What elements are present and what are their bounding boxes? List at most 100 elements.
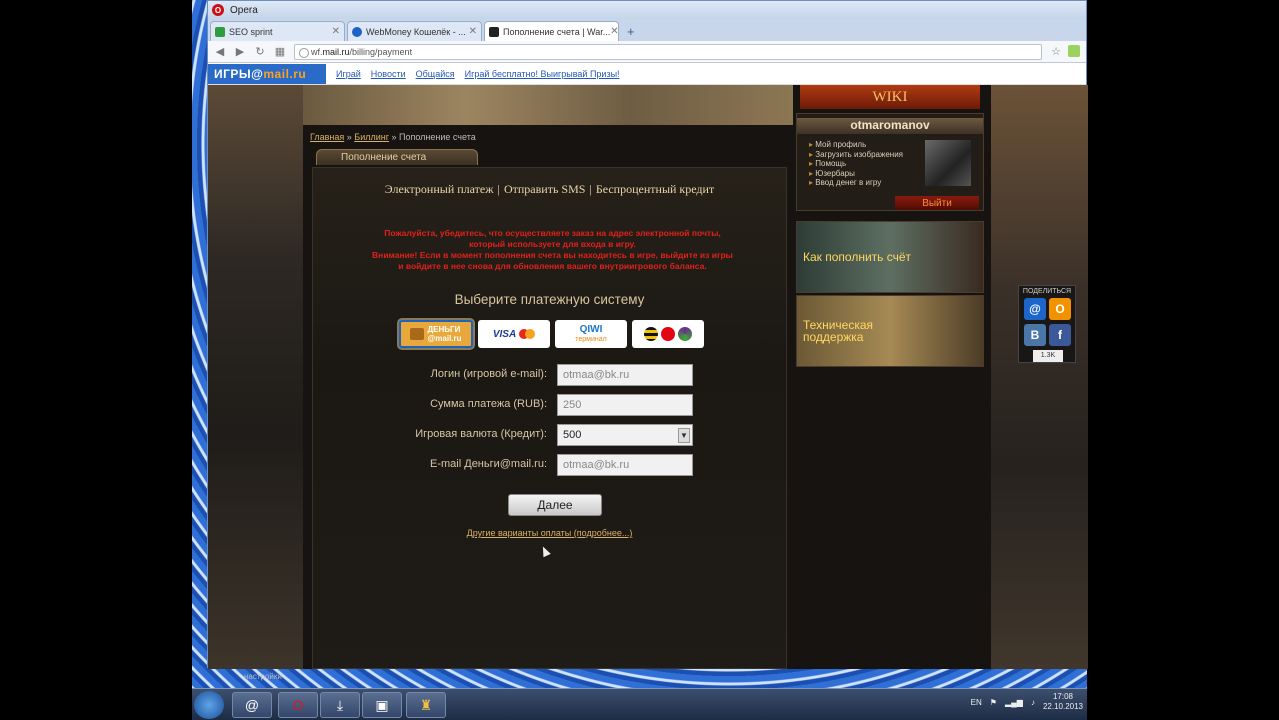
pay-visa-mastercard-button[interactable]: VISA [478,320,550,348]
taskbar-mail-agent-icon[interactable]: @ [232,692,272,718]
forward-icon[interactable]: ▶ [234,45,246,58]
pay-mobile-button[interactable] [632,320,704,348]
share-count: 1.3K [1033,350,1063,362]
promo-how-to-topup[interactable]: Как пополнить счёт [796,221,984,293]
form-row-login: Логин (игровой e-mail): otmaa@bk.ru [313,364,786,386]
mouse-cursor-icon [539,544,551,558]
email-label: E-mail Деньги@mail.ru: [430,458,547,470]
currency-label: Игровая валюта (Кредит): [415,428,547,440]
network-icon[interactable]: ▂▄▆ [1005,698,1023,707]
mastercard-icon [525,329,536,339]
browser-window: O Opera SEO sprint ✕ WebMoney Кошелёк - … [207,0,1088,669]
menu-help[interactable]: Помощь [809,159,903,169]
opera-logo-icon[interactable]: O [212,4,224,16]
next-button[interactable]: Далее [508,494,602,516]
tab-bar: SEO sprint ✕ WebMoney Кошелёк - ... ✕ По… [208,19,1086,41]
pay-qiwi-button[interactable]: QIWI терминал [555,320,627,348]
close-icon[interactable]: ✕ [469,26,477,37]
header-banner [303,85,793,125]
close-icon[interactable]: ✕ [332,26,340,37]
visa-label: VISA [492,328,517,340]
flag-icon[interactable]: ⚑ [990,698,997,707]
pay-dengi-mailru-button[interactable]: ДЕНЬГИ @mail.ru [399,320,473,348]
choose-payment-title: Выберите платежную систему [454,292,645,307]
login-input[interactable]: otmaa@bk.ru [557,364,693,386]
form-row-email: E-mail Деньги@mail.ru: otmaa@bk.ru [313,454,786,476]
logout-button[interactable]: Выйти [895,196,979,210]
dengi-label: ДЕНЬГИ @mail.ru [427,325,461,343]
address-toolbar: ◀ ▶ ↻ ▦ wf. mail.ru/billing/payment ☆ [208,41,1086,63]
menu-profile[interactable]: Мой профиль [809,140,903,150]
breadcrumb: Главная » Биллинг » Пополнение счета [310,132,476,142]
warning-line: и войдите в нее снова для обновления ваш… [398,261,707,271]
method-electronic[interactable]: Электронный платеж [385,182,494,196]
vk-share-icon[interactable]: В [1024,324,1046,346]
megafon-icon [678,327,692,341]
link-chat[interactable]: Общайся [416,69,455,79]
amount-input[interactable]: 250 [557,394,693,416]
chevron-down-icon[interactable]: ▼ [678,428,690,443]
clock-time: 17:08 [1052,692,1073,701]
window-title: Opera [230,4,258,16]
address-field[interactable]: wf. mail.ru/billing/payment [294,43,1042,60]
share-widget: ПОДЕЛИТЬСЯ @ О В f 1.3K [1018,285,1076,363]
clock-date: 22.10.2013 [1042,702,1083,711]
bookmark-star-icon[interactable]: ☆ [1050,45,1062,58]
mail-games-logo[interactable]: ИГРЫ@ mail.ru [208,63,326,84]
qiwi-name: QIWI [579,323,603,335]
soldier-art-left [208,85,303,669]
warning-line: Пожалуйста, убедитесь, что осуществляете… [384,228,721,238]
section-tab: Пополнение счета [316,149,478,165]
username: otmaromanov [797,118,983,134]
odnoklassniki-share-icon[interactable]: О [1049,298,1071,320]
logo-main: ИГРЫ@ [214,66,264,81]
speed-dial-icon[interactable]: ▦ [274,45,286,58]
form-row-amount: Сумма платежа (RUB): 250 [313,394,786,416]
volume-icon[interactable]: ♪ [1031,698,1035,707]
language-indicator[interactable]: EN [971,698,982,707]
amount-label: Сумма платежа (RUB): [430,398,547,410]
share-label: ПОДЕЛИТЬСЯ [1022,288,1072,295]
email-input[interactable]: otmaa@bk.ru [557,454,693,476]
mailru-share-icon[interactable]: @ [1024,298,1046,320]
menu-upload-images[interactable]: Загрузить изображения [809,150,903,160]
tab-webmoney[interactable]: WebMoney Кошелёк - ... ✕ [347,21,482,41]
webmoney-icon [352,26,362,37]
window-titlebar[interactable]: O Opera [208,1,1086,19]
link-free-prizes[interactable]: Играй бесплатно! Выигрывай Призы! [465,69,620,79]
tab-warface-payment[interactable]: Пополнение счета | War... ✕ [484,21,619,41]
currency-select[interactable]: 500 ▼ [557,424,693,446]
close-icon[interactable]: ✕ [610,26,618,37]
other-payment-options-link[interactable]: Другие варианты оплаты (подробнее...) [313,528,786,538]
menu-add-money[interactable]: Ввод денег в игру [809,178,903,188]
taskbar-download-icon[interactable]: ⤓ [320,692,360,718]
breadcrumb-home[interactable]: Главная [310,132,344,142]
warface-icon [489,26,499,37]
facebook-share-icon[interactable]: f [1049,324,1071,346]
taskbar-game-icon[interactable]: ♜ [406,692,446,718]
extension-icon[interactable] [1068,45,1080,57]
method-sms[interactable]: Отправить SMS [504,182,585,196]
promo-tech-support[interactable]: Техническая поддержка [796,295,984,367]
start-button[interactable] [194,691,224,719]
screen: O Opera SEO sprint ✕ WebMoney Кошелёк - … [0,0,1279,720]
link-news[interactable]: Новости [371,69,406,79]
menu-userbars[interactable]: Юзербары [809,169,903,179]
avatar[interactable] [925,140,971,186]
windows-taskbar: @ O ⤓ ▣ ♜ EN ⚑ ▂▄▆ ♪ 17:08 22.10.2013 [192,688,1087,720]
new-tab-button[interactable]: + [621,21,641,41]
breadcrumb-billing[interactable]: Биллинг [354,132,389,142]
wiki-button[interactable]: WIKI [800,85,980,109]
tab-seo-sprint[interactable]: SEO sprint ✕ [210,21,345,41]
taskbar-opera-icon[interactable]: O [278,692,318,718]
link-play[interactable]: Играй [336,69,361,79]
back-icon[interactable]: ◀ [214,45,226,58]
form-row-currency: Игровая валюта (Кредит): 500 ▼ [313,424,786,446]
system-tray: EN ⚑ ▂▄▆ ♪ 17:08 22.10.2013 [971,692,1083,712]
method-credit[interactable]: Беспроцентный кредит [596,182,714,196]
warning-text: Пожалуйста, убедитесь, что осуществляете… [325,228,780,272]
clock[interactable]: 17:08 22.10.2013 [1043,692,1083,712]
taskbar-terminal-icon[interactable]: ▣ [362,692,402,718]
dengi-line1: ДЕНЬГИ [427,325,461,334]
reload-icon[interactable]: ↻ [254,45,266,58]
